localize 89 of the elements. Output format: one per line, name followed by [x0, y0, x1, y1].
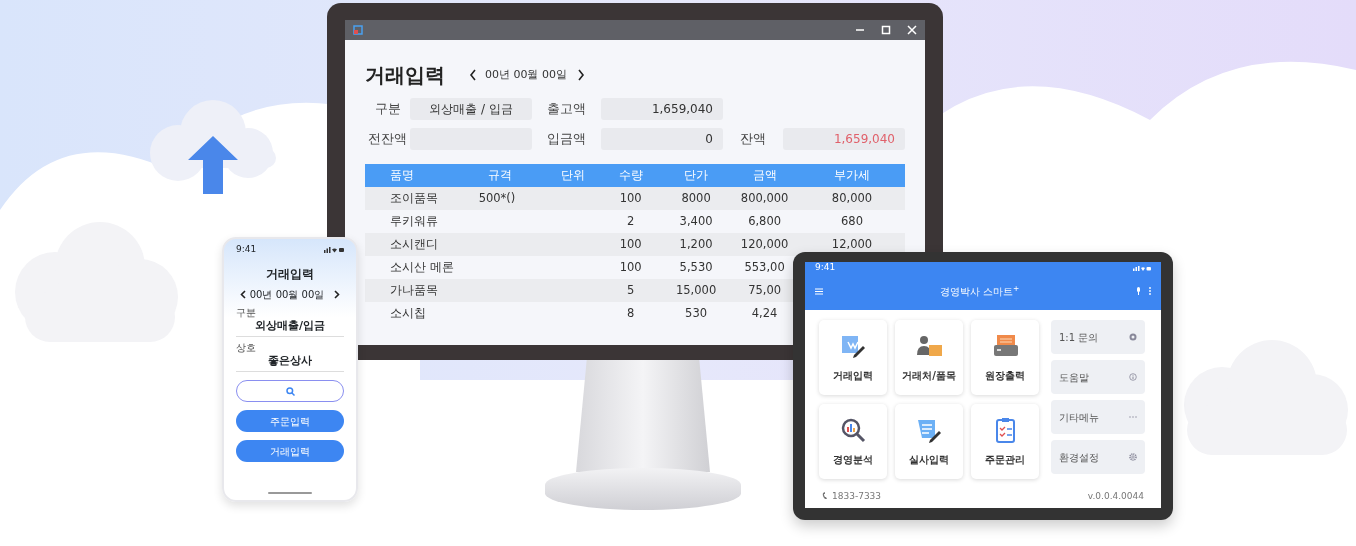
action-button[interactable]: 주문입력 — [236, 410, 344, 433]
page-title: 거래입력 — [365, 62, 445, 89]
signal-wifi-battery-icon — [1133, 265, 1151, 271]
menu-label: 도움말 — [1059, 370, 1089, 385]
column-header: 단가 — [661, 164, 731, 187]
menu-tile[interactable]: 거래처/품목 — [895, 320, 963, 395]
menu-tile[interactable]: 실사입력 — [895, 404, 963, 479]
column-header: 규격 — [453, 164, 547, 187]
table-cell: 소시칩 — [365, 302, 454, 325]
table-cell: 500*() — [453, 187, 547, 210]
status-time: 9:41 — [236, 243, 257, 256]
table-cell: 5 — [599, 279, 662, 302]
table-cell: 100 — [599, 233, 662, 256]
menu-tile[interactable]: 원장출력 — [971, 320, 1039, 395]
field-label: 잔액 — [739, 129, 767, 148]
table-cell: 80,000 — [798, 187, 905, 210]
table-cell: 2 — [599, 210, 662, 233]
field-label: 전잔액 — [367, 129, 408, 148]
chevron-left-icon[interactable] — [469, 69, 477, 81]
side-menu-item[interactable]: 기타메뉴 — [1051, 400, 1145, 434]
table-cell: 조이품목 — [365, 187, 454, 210]
date-text: 00년 00월 00일 — [249, 287, 325, 302]
field-value: 좋은상사 — [267, 355, 313, 368]
field-label: 구분 — [373, 99, 402, 118]
close-icon[interactable] — [907, 25, 917, 35]
menu-label: 기타메뉴 — [1059, 410, 1099, 425]
info-icon — [1129, 373, 1137, 381]
home-indicator — [268, 492, 312, 494]
table-cell: 15,000 — [661, 279, 731, 302]
signal-wifi-battery-icon — [324, 246, 344, 253]
chevron-left-icon[interactable] — [239, 289, 246, 299]
column-header: 부가세 — [798, 164, 905, 187]
table-cell: 120,000 — [730, 233, 799, 256]
table-cell: 가나품목 — [365, 279, 454, 302]
side-menu-item[interactable]: 1:1 문의 — [1051, 320, 1145, 354]
table-cell: 소시산 메론 — [365, 256, 454, 279]
menu-tile[interactable]: 경영분석 — [819, 404, 887, 479]
phone-number: 1833-7333 — [832, 489, 882, 503]
maximize-icon[interactable] — [881, 25, 891, 35]
table-cell: 800,000 — [730, 187, 799, 210]
search-icon — [285, 386, 295, 396]
field-label: 상호 — [236, 340, 257, 355]
column-header: 단위 — [546, 164, 600, 187]
table-cell: 루키워류 — [365, 210, 454, 233]
side-menu-item[interactable]: 도움말 — [1051, 360, 1145, 394]
field-label: 구분 — [236, 305, 257, 320]
phone-icon — [822, 492, 828, 501]
side-menu-item[interactable]: 환경설정 — [1051, 440, 1145, 474]
table-cell: 553,00 — [730, 256, 799, 279]
menu-icon[interactable] — [815, 287, 823, 295]
menu-tile[interactable]: 거래입력 — [819, 320, 887, 395]
input-field[interactable]: 외상매출 / 입금 — [410, 98, 532, 120]
status-time: 9:41 — [815, 261, 836, 275]
table-cell: 8 — [599, 302, 662, 325]
table-cell: 5,530 — [661, 256, 731, 279]
version-text: v.0.0.4.0044 — [1087, 489, 1144, 503]
table-cell: 4,24 — [730, 302, 799, 325]
menu-tile[interactable]: 주문관리 — [971, 404, 1039, 479]
input-field[interactable]: 0 — [601, 128, 723, 150]
field-label: 출고액 — [546, 99, 587, 118]
table-cell: 680 — [798, 210, 905, 233]
column-header: 수량 — [599, 164, 662, 187]
field-label: 입금액 — [546, 129, 587, 148]
more-icon — [1129, 413, 1137, 421]
app-icon — [353, 25, 363, 35]
app-title: 경영박사 스마트$^{+}$ — [939, 283, 1020, 299]
menu-label: 환경설정 — [1059, 450, 1099, 465]
table-cell: 소시캔디 — [365, 233, 454, 256]
magnifier-chart-icon — [839, 416, 867, 444]
column-header: 품명 — [365, 164, 454, 187]
chevron-right-icon[interactable] — [577, 69, 585, 81]
settings-icon — [1129, 453, 1137, 461]
table-cell: 1,200 — [661, 233, 731, 256]
column-header: 금액 — [730, 164, 799, 187]
table-cell: 100 — [599, 187, 662, 210]
page-title: 거래입력 — [265, 265, 315, 283]
table-cell: 3,400 — [661, 210, 731, 233]
table-cell: 100 — [599, 256, 662, 279]
input-field[interactable]: 1,659,040 — [601, 98, 723, 120]
date-text: 00년 00월 00일 — [485, 66, 567, 83]
chevron-right-icon[interactable] — [334, 289, 341, 299]
table-cell: 6,800 — [730, 210, 799, 233]
table-cell: 8000 — [661, 187, 731, 210]
microphone-icon[interactable] — [1136, 287, 1141, 295]
field-value: 외상매출/입금 — [254, 319, 326, 332]
action-button[interactable]: 거래입력 — [236, 440, 344, 463]
table-cell: 530 — [661, 302, 731, 325]
menu-label: 1:1 문의 — [1059, 330, 1099, 345]
search-field[interactable] — [236, 380, 344, 403]
